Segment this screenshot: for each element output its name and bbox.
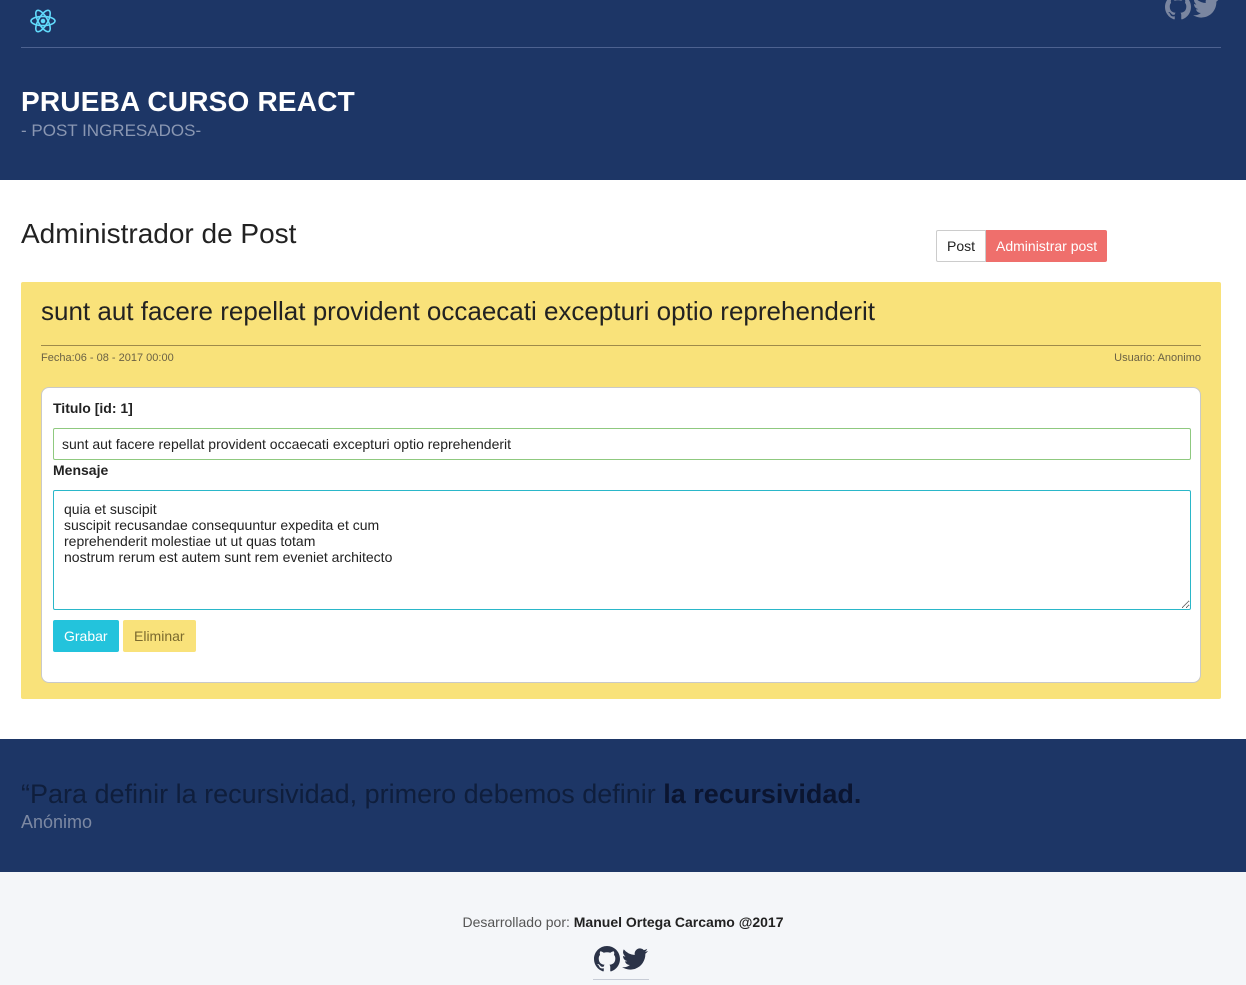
quote-body: “Para definir la recursividad, primero d… [21, 779, 664, 809]
titulo-input[interactable] [53, 428, 1191, 460]
footer-social [593, 946, 649, 980]
eliminar-button[interactable]: Eliminar [123, 620, 196, 652]
twitter-icon[interactable] [622, 946, 648, 972]
post-date: Fecha:06 - 08 - 2017 00:00 [41, 352, 174, 364]
github-icon[interactable] [1165, 0, 1191, 20]
post-title: sunt aut facere repellat provident occae… [41, 296, 875, 326]
mensaje-label: Mensaje [53, 462, 109, 478]
footer: Desarrollado por: Manuel Ortega Carcamo … [0, 872, 1246, 985]
header-social [1165, 0, 1219, 20]
credit-prefix: Desarrollado por: [462, 914, 574, 930]
twitter-icon[interactable] [1193, 0, 1219, 20]
quote-section: “Para definir la recursividad, primero d… [0, 739, 1246, 872]
quote-text: “Para definir la recursividad, primero d… [21, 779, 861, 810]
grabar-button[interactable]: Grabar [53, 620, 119, 652]
site-subtitle: - POST INGRESADOS- [21, 121, 202, 140]
footer-credit: Desarrollado por: Manuel Ortega Carcamo … [0, 914, 1246, 930]
credit-name: Manuel Ortega Carcamo @2017 [573, 914, 784, 930]
quote-emphasis: la recursividad. [663, 779, 862, 809]
post-card: sunt aut facere repellat provident occae… [21, 282, 1221, 699]
post-user: Usuario: Anonimo [1114, 352, 1201, 364]
post-button[interactable]: Post [936, 230, 987, 262]
header: PRUEBA CURSO REACT - POST INGRESADOS- [0, 0, 1246, 180]
edit-form: Titulo [id: 1] Mensaje quia et suscipit … [41, 387, 1201, 683]
card-divider [41, 345, 1201, 346]
quote-author: Anónimo [21, 812, 93, 832]
top-nav [21, 0, 1221, 48]
react-logo-icon[interactable] [29, 7, 57, 35]
page-title: Administrador de Post [21, 218, 297, 249]
admin-post-button[interactable]: Administrar post [986, 230, 1108, 262]
view-toggle: Post Administrar post [936, 230, 1108, 262]
github-icon[interactable] [594, 946, 620, 972]
mensaje-textarea[interactable]: quia et suscipit suscipit recusandae con… [53, 490, 1191, 610]
site-title: PRUEBA CURSO REACT [21, 86, 355, 117]
titulo-label: Titulo [id: 1] [53, 400, 133, 416]
